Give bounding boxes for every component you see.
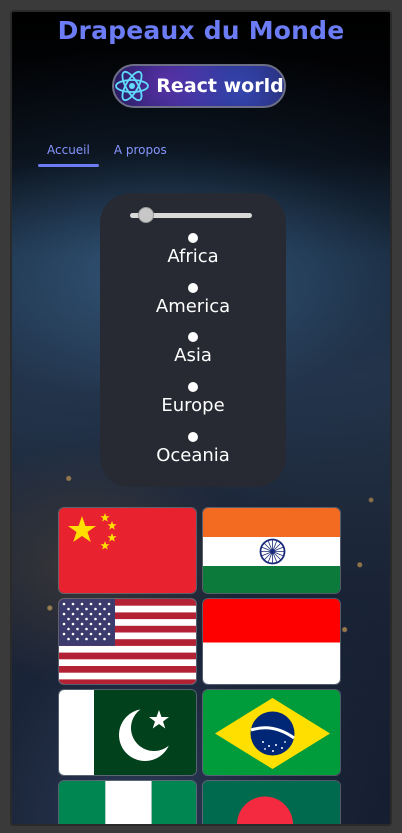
region-option-africa[interactable]: Africa [100, 233, 286, 283]
region-option-oceania[interactable]: Oceania [100, 431, 286, 482]
region-option-america[interactable]: America [100, 282, 286, 333]
region-label: Oceania [156, 444, 230, 466]
region-option-europe[interactable]: Europe [100, 382, 286, 432]
radio-button[interactable] [188, 282, 198, 293]
region-label: America [155, 295, 231, 317]
tab-a-propos[interactable]: A propos [105, 140, 176, 165]
brazil-flag[interactable] [202, 689, 341, 776]
react-atom-icon [115, 70, 150, 102]
slider-thumb[interactable] [138, 207, 155, 223]
usa-flag[interactable] [58, 598, 197, 685]
nigeria-flag[interactable] [58, 780, 197, 824]
radio-button[interactable] [188, 332, 198, 343]
radio-button[interactable] [188, 233, 198, 243]
china-flag[interactable] [58, 507, 197, 594]
react-world-button[interactable]: React world [112, 64, 286, 108]
region-option-asia[interactable]: Asia [100, 332, 286, 382]
radio-button[interactable] [188, 382, 198, 393]
region-label: Europe [161, 395, 225, 417]
region-list: Africa America Asia Europe Oceania [100, 233, 286, 481]
nav-tabs: Accueil A propos [38, 140, 176, 167]
page-title: Drapeaux du Monde [57, 16, 345, 45]
react-world-label: React world [156, 75, 284, 97]
region-label: Africa [167, 246, 219, 267]
tab-accueil[interactable]: Accueil [38, 140, 99, 167]
bangladesh-flag[interactable] [202, 780, 341, 824]
india-flag[interactable] [202, 507, 341, 594]
pakistan-flag[interactable] [58, 689, 197, 776]
region-label: Asia [174, 345, 212, 367]
indonesia-flag[interactable] [202, 598, 341, 685]
app-frame: Drapeaux du Monde React world Accueil A … [10, 10, 392, 826]
radio-button[interactable] [188, 431, 198, 442]
filter-panel: Africa America Asia Europe Oceania [100, 193, 286, 487]
